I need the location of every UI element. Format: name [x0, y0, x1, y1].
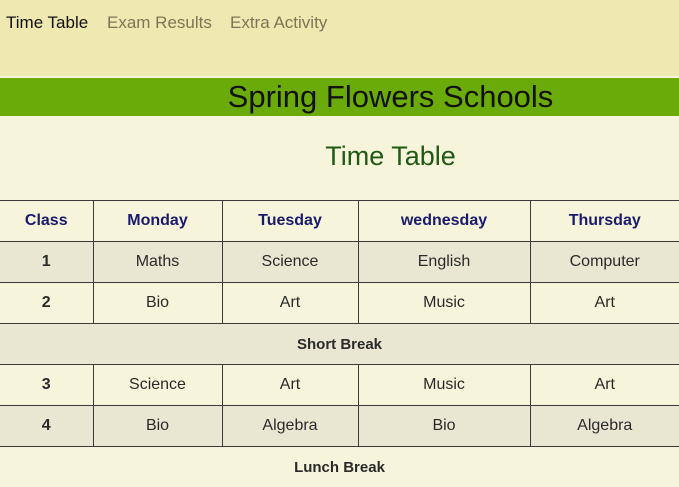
column-header-tuesday: Tuesday	[222, 201, 358, 242]
table-cell: English	[358, 242, 530, 283]
table-cell: Algebra	[222, 406, 358, 447]
short-break-label: Short Break	[0, 324, 679, 365]
lunch-break-label: Lunch Break	[0, 447, 679, 487]
table-cell: Art	[222, 283, 358, 324]
class-cell: 4	[0, 406, 93, 447]
short-break-row: Short Break	[0, 324, 679, 365]
table-cell: Bio	[93, 283, 222, 324]
table-row: 4 Bio Algebra Bio Algebra	[0, 406, 679, 447]
nav-link-extra-activity[interactable]: Extra Activity	[230, 13, 327, 33]
column-header-thursday: Thursday	[530, 201, 679, 242]
table-cell: Computer	[530, 242, 679, 283]
table-cell: Bio	[358, 406, 530, 447]
table-cell: Science	[93, 365, 222, 406]
school-banner: Spring Flowers Schools	[0, 78, 679, 116]
table-row: 3 Science Art Music Art	[0, 365, 679, 406]
column-header-monday: Monday	[93, 201, 222, 242]
nav-link-exam-results[interactable]: Exam Results	[107, 13, 212, 33]
table-cell: Algebra	[530, 406, 679, 447]
table-cell: Art	[530, 365, 679, 406]
table-cell: Art	[222, 365, 358, 406]
table-cell: Bio	[93, 406, 222, 447]
nav-link-time-table[interactable]: Time Table	[6, 13, 88, 33]
class-cell: 2	[0, 283, 93, 324]
table-cell: Art	[530, 283, 679, 324]
table-row: 2 Bio Art Music Art	[0, 283, 679, 324]
lunch-break-row: Lunch Break	[0, 447, 679, 487]
timetable: Class Monday Tuesday wednesday Thursday …	[0, 200, 679, 487]
class-cell: 1	[0, 242, 93, 283]
table-cell: Music	[358, 283, 530, 324]
school-name: Spring Flowers Schools	[0, 78, 679, 116]
table-header-row: Class Monday Tuesday wednesday Thursday	[0, 201, 679, 242]
table-cell: Music	[358, 365, 530, 406]
table-cell: Science	[222, 242, 358, 283]
page-title: Time Table	[0, 138, 679, 174]
column-header-wednesday: wednesday	[358, 201, 530, 242]
class-cell: 3	[0, 365, 93, 406]
top-navigation: Time Table Exam Results Extra Activity	[0, 0, 679, 76]
table-cell: Maths	[93, 242, 222, 283]
column-header-class: Class	[0, 201, 93, 242]
table-row: 1 Maths Science English Computer	[0, 242, 679, 283]
